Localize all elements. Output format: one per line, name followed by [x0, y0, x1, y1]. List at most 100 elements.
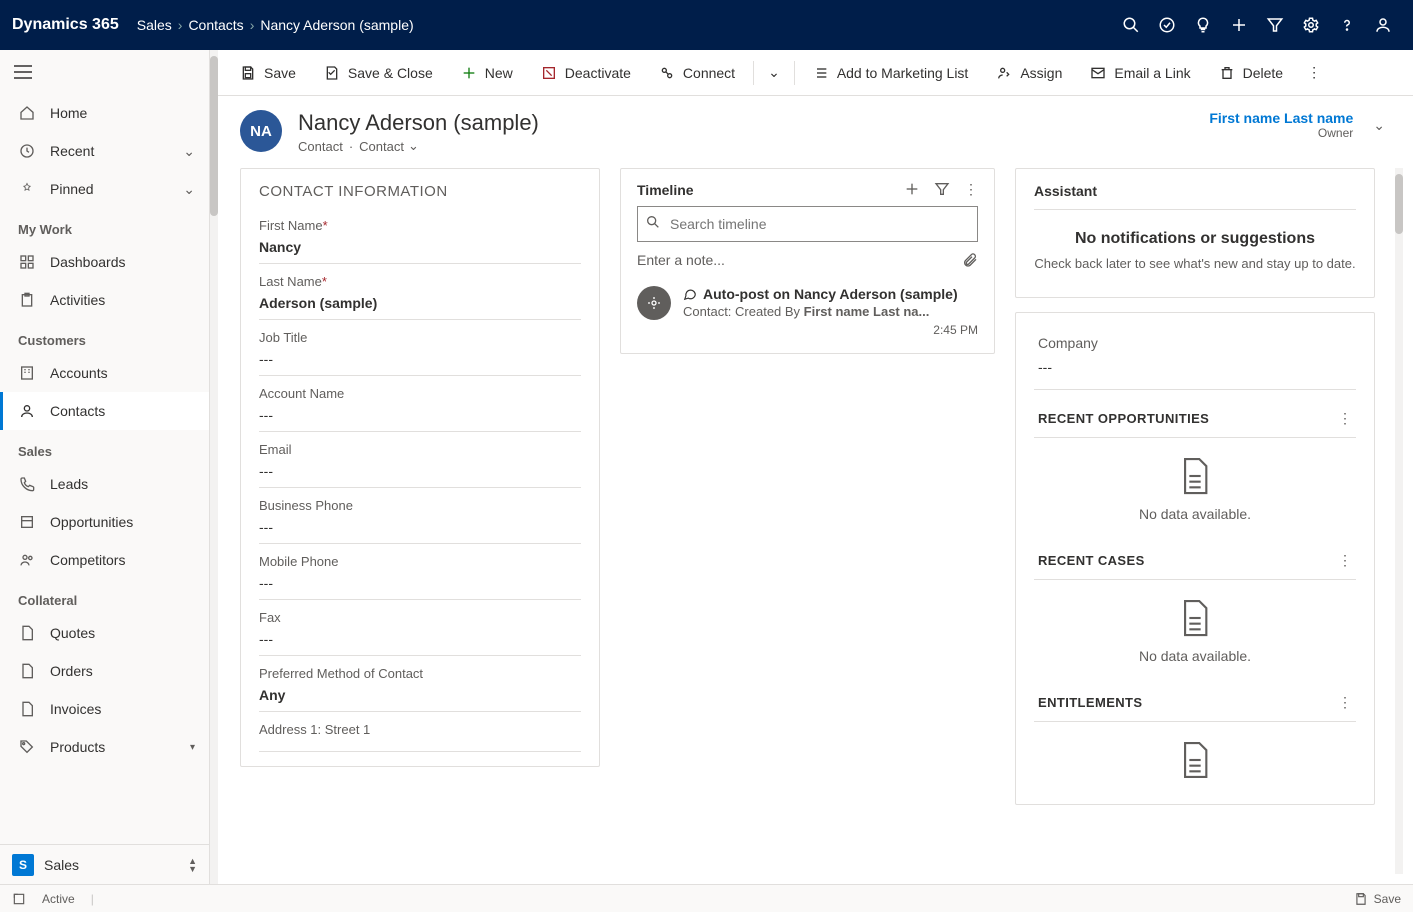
gear-icon[interactable]: [1293, 7, 1329, 43]
field-row[interactable]: Address 1: Street 1: [259, 712, 581, 752]
field-row[interactable]: Last Name*Aderson (sample): [259, 264, 581, 320]
cmd-label: Save: [264, 65, 296, 81]
sidebar-item-contacts[interactable]: Contacts: [0, 392, 209, 430]
timeline-more-button[interactable]: ⋮: [964, 181, 978, 198]
field-row[interactable]: Mobile Phone ---: [259, 544, 581, 600]
field-value[interactable]: Nancy: [259, 239, 581, 255]
form-selector[interactable]: Contact ⌄: [359, 138, 419, 154]
popout-icon[interactable]: [12, 892, 26, 906]
area-tile: S: [12, 854, 34, 876]
sidebar-item-dashboards[interactable]: Dashboards: [0, 243, 209, 281]
section-more-button[interactable]: ⋮: [1338, 694, 1352, 711]
connect-button[interactable]: Connect: [647, 59, 747, 87]
separator: [753, 61, 754, 85]
dashboard-icon: [18, 254, 36, 270]
field-row[interactable]: Business Phone---: [259, 488, 581, 544]
sidebar-item-recent[interactable]: Recent ⌄: [0, 132, 209, 170]
field-row[interactable]: Job Title ---: [259, 320, 581, 376]
field-row[interactable]: Fax---: [259, 600, 581, 656]
sidebar-item-opportunities[interactable]: Opportunities: [0, 503, 209, 541]
company-label: Company: [1038, 335, 1352, 351]
sidebar-item-activities[interactable]: Activities: [0, 281, 209, 319]
sidebar-item-home[interactable]: Home: [0, 94, 209, 132]
field-value[interactable]: Aderson (sample): [259, 295, 581, 311]
timeline-add-button[interactable]: [904, 181, 920, 198]
field-row[interactable]: Email---: [259, 432, 581, 488]
lightbulb-icon[interactable]: [1185, 7, 1221, 43]
crumb-sales[interactable]: Sales: [137, 17, 172, 33]
filter-icon[interactable]: [1257, 7, 1293, 43]
section-more-button[interactable]: ⋮: [1338, 410, 1352, 427]
hamburger-button[interactable]: [0, 50, 209, 94]
field-value[interactable]: Any: [259, 687, 581, 703]
help-icon[interactable]: [1329, 7, 1365, 43]
timeline-item[interactable]: Auto-post on Nancy Aderson (sample) Cont…: [621, 276, 994, 353]
company-value[interactable]: ---: [1038, 359, 1352, 375]
section-more-button[interactable]: ⋮: [1338, 552, 1352, 569]
cmd-label: New: [485, 65, 513, 81]
sidebar-item-orders[interactable]: Orders: [0, 652, 209, 690]
sidebar-item-quotes[interactable]: Quotes: [0, 614, 209, 652]
overflow-menu[interactable]: ⋮: [1299, 58, 1329, 87]
field-value[interactable]: ---: [259, 631, 581, 647]
sidebar-item-accounts[interactable]: Accounts: [0, 354, 209, 392]
sidebar-item-products[interactable]: Products ▾: [0, 728, 209, 766]
field-label: Preferred Method of Contact: [259, 666, 581, 681]
field-value[interactable]: ---: [259, 575, 581, 591]
connect-dropdown[interactable]: ⌄: [760, 58, 788, 87]
sidebar-item-pinned[interactable]: Pinned ⌄: [0, 170, 209, 208]
target-icon[interactable]: [1149, 7, 1185, 43]
timeline-filter-button[interactable]: [934, 181, 950, 198]
assign-icon: [996, 65, 1012, 81]
field-row[interactable]: Preferred Method of Contact Any: [259, 656, 581, 712]
sidebar-item-label: Competitors: [50, 552, 125, 568]
plus-icon[interactable]: [1221, 7, 1257, 43]
timeline-search-input[interactable]: [637, 206, 978, 242]
timeline-item-prefix: Contact: Created By: [683, 304, 804, 319]
delete-button[interactable]: Delete: [1207, 59, 1295, 87]
field-value[interactable]: ---: [259, 351, 581, 367]
area-switcher[interactable]: S Sales ▲▼: [0, 844, 209, 884]
email-link-button[interactable]: Email a Link: [1078, 59, 1202, 87]
timeline-card: Timeline ⋮ Enter a note...: [620, 168, 995, 354]
sidebar-item-competitors[interactable]: Competitors: [0, 541, 209, 579]
sidebar-group-mywork: My Work: [0, 208, 209, 243]
field-label: Job Title: [259, 330, 581, 345]
sidebar-item-label: Opportunities: [50, 514, 133, 530]
sidebar-item-label: Pinned: [50, 181, 94, 197]
owner-link[interactable]: First name Last name: [1209, 110, 1353, 126]
save-close-button[interactable]: Save & Close: [312, 59, 445, 87]
field-value[interactable]: ---: [259, 519, 581, 535]
section-title: CONTACT INFORMATION: [259, 183, 581, 200]
save-button[interactable]: Save: [228, 59, 308, 87]
related-card: Company --- RECENT OPPORTUNITIES ⋮ No da…: [1015, 312, 1375, 805]
add-marketing-button[interactable]: Add to Marketing List: [801, 59, 981, 87]
field-row[interactable]: Account Name---: [259, 376, 581, 432]
sidebar-item-leads[interactable]: Leads: [0, 465, 209, 503]
brand[interactable]: Dynamics 365: [12, 16, 119, 34]
crumb-record[interactable]: Nancy Aderson (sample): [260, 17, 413, 33]
paperclip-icon[interactable]: [962, 252, 978, 268]
main-scrollbar[interactable]: [1395, 168, 1403, 874]
new-button[interactable]: New: [449, 59, 525, 87]
search-icon[interactable]: [1113, 7, 1149, 43]
sidebar-group-sales: Sales: [0, 430, 209, 465]
field-value[interactable]: ---: [259, 407, 581, 423]
sidebar-scrollbar[interactable]: [210, 50, 218, 884]
up-down-icon[interactable]: ▲▼: [188, 857, 197, 873]
sidebar-item-invoices[interactable]: Invoices: [0, 690, 209, 728]
field-value[interactable]: ---: [259, 463, 581, 479]
crumb-contacts[interactable]: Contacts: [188, 17, 243, 33]
sidebar-group-customers: Customers: [0, 319, 209, 354]
record-header: NA Nancy Aderson (sample) Contact · Cont…: [218, 96, 1413, 164]
field-row[interactable]: First Name* Nancy: [259, 208, 581, 264]
field-label: First Name*: [259, 218, 581, 233]
person-icon[interactable]: [1365, 7, 1401, 43]
chevron-down-icon: ⌄: [183, 181, 195, 198]
header-expand[interactable]: ⌄: [1367, 111, 1391, 140]
field-label: Mobile Phone: [259, 554, 581, 569]
timeline-note-input[interactable]: Enter a note...: [637, 252, 978, 268]
assign-button[interactable]: Assign: [984, 59, 1074, 87]
status-save-button[interactable]: Save: [1354, 892, 1401, 906]
deactivate-button[interactable]: Deactivate: [529, 59, 643, 87]
